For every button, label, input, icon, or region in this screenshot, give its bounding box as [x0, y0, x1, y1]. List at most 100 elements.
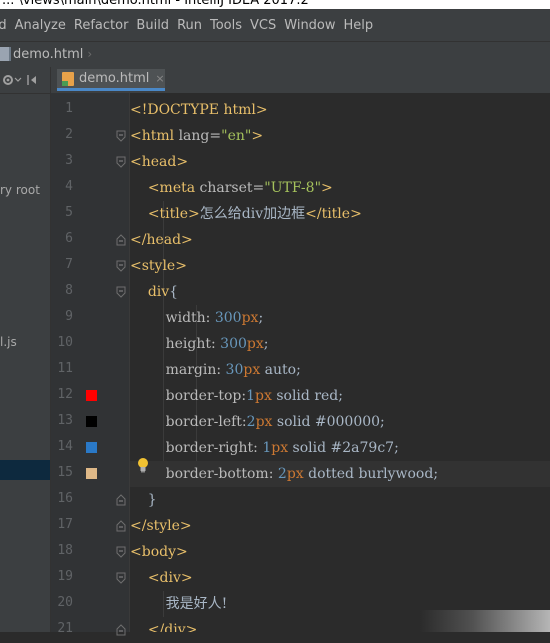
- code-line[interactable]: </head>: [130, 227, 550, 253]
- code-line[interactable]: height: 300px;: [130, 331, 550, 357]
- menu-help[interactable]: Help: [340, 18, 378, 33]
- color-swatch-icon[interactable]: [86, 390, 97, 401]
- menu-window[interactable]: Window: [280, 18, 339, 33]
- fold-end-icon[interactable]: [116, 624, 126, 636]
- code-token: <div>: [147, 570, 193, 586]
- code-token: px: [255, 388, 272, 404]
- code-line[interactable]: div{: [130, 279, 550, 305]
- gutter-line: 6: [51, 227, 129, 253]
- fold-open-icon[interactable]: [116, 130, 126, 142]
- code-token: <meta: [147, 180, 200, 196]
- line-number: 13: [57, 413, 73, 428]
- lightbulb-icon[interactable]: [136, 457, 150, 473]
- fold-open-icon[interactable]: [116, 572, 126, 584]
- menu-run[interactable]: Run: [173, 18, 206, 33]
- fold-end-icon[interactable]: [116, 234, 126, 246]
- menu-build-partial[interactable]: Build: [0, 18, 11, 33]
- code-token: <!DOCTYPE html>: [130, 102, 268, 118]
- color-swatch-icon[interactable]: [86, 442, 97, 453]
- gutter-line: 11: [51, 357, 129, 383]
- fold-open-icon[interactable]: [116, 286, 126, 298]
- window-title-bar: ... \views\main\demo.html - IntelliJ IDE…: [0, 0, 550, 9]
- code-line[interactable]: <!DOCTYPE html>: [130, 97, 550, 123]
- code-line[interactable]: border-right: 1px solid #2a79c7;: [130, 435, 550, 461]
- code-token: px: [271, 440, 289, 456]
- code-token: </style>: [130, 518, 192, 534]
- fold-open-icon[interactable]: [116, 546, 126, 558]
- tree-item-js-file[interactable]: l.js: [0, 335, 50, 355]
- fold-end-icon[interactable]: [116, 520, 126, 532]
- code-line[interactable]: <head>: [130, 149, 550, 175]
- tree-item-directory-root[interactable]: ry root: [0, 183, 50, 203]
- code-line[interactable]: border-bottom: 2px dotted burlywood;: [130, 461, 550, 487]
- fold-open-icon[interactable]: [116, 156, 126, 168]
- code-token: 30: [225, 362, 244, 378]
- code-token: auto;: [260, 362, 301, 378]
- code-line[interactable]: <div>: [130, 565, 550, 591]
- code-line[interactable]: border-left:2px solid #000000;: [130, 409, 550, 435]
- code-line[interactable]: border-top:1px solid red;: [130, 383, 550, 409]
- code-token: <style>: [130, 258, 187, 274]
- code-line[interactable]: <meta charset="UTF-8">: [130, 175, 550, 201]
- line-number: 4: [65, 179, 73, 194]
- tree-item-label: l.js: [0, 335, 17, 349]
- color-swatch-icon[interactable]: [86, 416, 97, 427]
- gear-icon[interactable]: [2, 73, 24, 87]
- code-editor[interactable]: <!DOCTYPE html> <html lang="en"> <head> <m…: [130, 93, 550, 632]
- menu-tools[interactable]: Tools: [206, 18, 246, 33]
- gutter-line: 13: [51, 409, 129, 435]
- code-token: 1: [262, 440, 272, 456]
- line-number: 11: [57, 361, 73, 376]
- menu-build[interactable]: Build: [132, 18, 173, 33]
- code-token: solid #2a79c7;: [288, 440, 399, 456]
- code-token: width:: [165, 310, 215, 326]
- menu-refactor[interactable]: Refactor: [70, 18, 133, 33]
- code-token: px: [286, 466, 304, 482]
- code-token: 我是好人!: [130, 596, 228, 612]
- code-token: px: [243, 362, 261, 378]
- code-line[interactable]: margin: 30px auto;: [130, 357, 550, 383]
- tree-item-selected[interactable]: [0, 460, 50, 480]
- collapse-all-icon[interactable]: [24, 73, 44, 87]
- fold-end-icon[interactable]: [116, 494, 126, 506]
- line-number: 16: [57, 491, 73, 506]
- code-token: "en": [221, 128, 252, 144]
- code-token: dotted burlywood;: [303, 466, 439, 482]
- close-icon[interactable]: ×: [155, 72, 164, 85]
- code-token: 怎么给div加边框: [199, 206, 306, 222]
- gutter-line: 2: [51, 123, 129, 149]
- color-swatch-icon[interactable]: [86, 468, 97, 479]
- code-token: </div>: [147, 622, 198, 632]
- fold-open-icon[interactable]: [116, 260, 126, 272]
- code-token: }: [130, 492, 157, 508]
- breadcrumb-file[interactable]: demo.html ›: [0, 45, 92, 63]
- line-number: 19: [57, 569, 73, 584]
- code-line[interactable]: <body>: [130, 539, 550, 565]
- breadcrumb-file-label: demo.html: [13, 46, 84, 62]
- tab-demo-html[interactable]: demo.html ×: [57, 69, 165, 91]
- gutter-line: 19: [51, 565, 129, 591]
- gutter-line: 1: [51, 97, 129, 123]
- code-token: <title>: [147, 206, 200, 222]
- screenshot-watermark-blur: [420, 610, 550, 632]
- code-token: margin:: [165, 362, 226, 378]
- menu-vcs[interactable]: VCS: [246, 18, 280, 33]
- menu-analyze[interactable]: Analyze: [11, 18, 70, 33]
- gutter-line: 16: [51, 487, 129, 513]
- code-line[interactable]: width: 300px;: [130, 305, 550, 331]
- code-token: </title>: [305, 206, 362, 222]
- code-line[interactable]: }: [130, 487, 550, 513]
- code-line[interactable]: <style>: [130, 253, 550, 279]
- project-tool-window: ry root l.js: [0, 67, 51, 632]
- line-number: 12: [57, 387, 73, 402]
- gutter-line: 17: [51, 513, 129, 539]
- code-line[interactable]: <title>怎么给div加边框</title>: [130, 201, 550, 227]
- code-line[interactable]: <html lang="en">: [130, 123, 550, 149]
- code-line[interactable]: </style>: [130, 513, 550, 539]
